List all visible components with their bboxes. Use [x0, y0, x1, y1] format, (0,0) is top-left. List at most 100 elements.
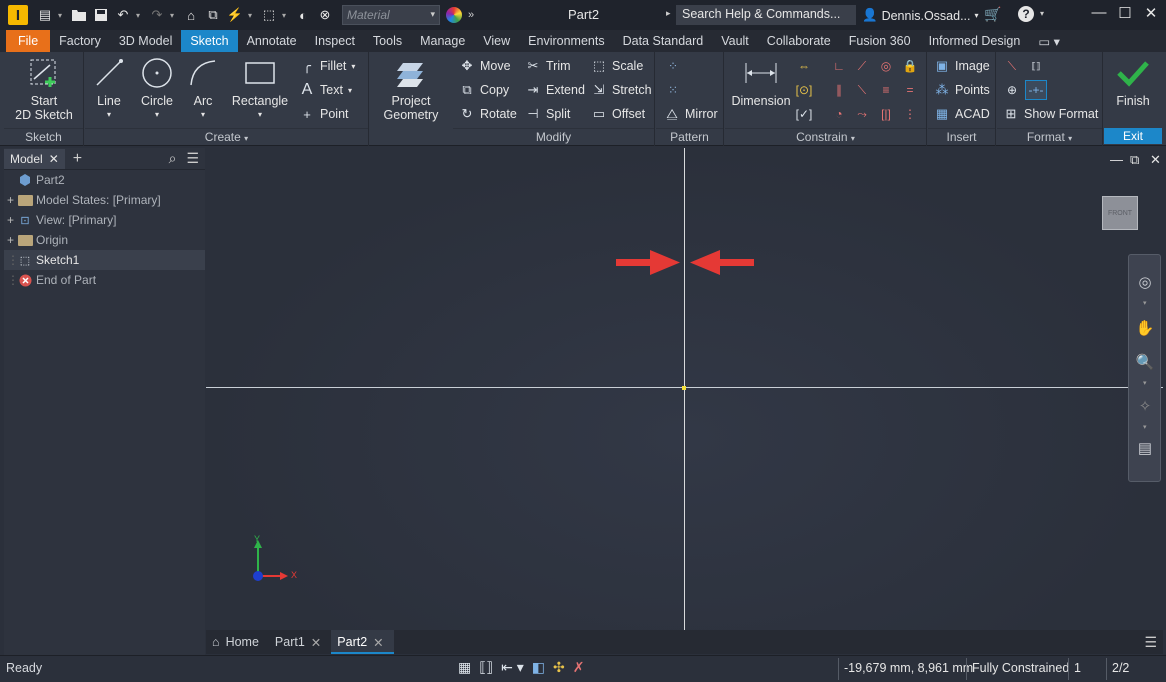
tab-manage[interactable]: Manage: [411, 30, 474, 52]
project-geometry-button[interactable]: Project Geometry: [370, 56, 452, 122]
scale-button[interactable]: ⬚ Scale: [591, 56, 643, 76]
image-button[interactable]: ▣ Image: [934, 56, 990, 76]
tree-item-model-states[interactable]: + Model States: [Primary]: [4, 190, 205, 210]
tab-3d-model[interactable]: 3D Model: [110, 30, 182, 52]
tab-factory[interactable]: Factory: [50, 30, 110, 52]
user-account[interactable]: 👤 Dennis.Ossad... ▾: [862, 8, 979, 23]
show-constraints-icon[interactable]: [⊙]: [795, 81, 813, 99]
update-icon[interactable]: ⚡: [226, 6, 244, 24]
redo-dropdown-icon[interactable]: ▾: [170, 11, 178, 20]
dimension-status-icon[interactable]: ⇤ ▾: [501, 659, 524, 676]
maximize-button[interactable]: ☐: [1115, 4, 1135, 22]
show-dof-icon[interactable]: ✣: [553, 659, 565, 676]
trim-button[interactable]: ✂ Trim: [525, 56, 571, 76]
return-icon[interactable]: ⧉: [204, 6, 222, 24]
point-button[interactable]: + Point: [299, 104, 348, 124]
text-button[interactable]: A Text ▾: [299, 80, 352, 100]
tab-informed-design[interactable]: Informed Design: [920, 30, 1030, 52]
tangent-icon[interactable]: ◔: [830, 105, 848, 123]
add-browser-icon[interactable]: +: [73, 150, 82, 168]
constraint-settings-icon[interactable]: [✓]: [795, 105, 813, 123]
tab-view[interactable]: View: [474, 30, 519, 52]
concentric-icon[interactable]: ◎: [877, 57, 895, 75]
tab-environments[interactable]: Environments: [519, 30, 613, 52]
slice-graphics-icon[interactable]: ◧: [532, 659, 545, 676]
cart-icon[interactable]: 🛒: [984, 6, 1001, 23]
extend-button[interactable]: ⇥ Extend: [525, 80, 585, 100]
horizontal-icon[interactable]: ≡: [877, 81, 895, 99]
browser-tab-model[interactable]: Model ✕: [4, 148, 65, 169]
ribbon-options-icon[interactable]: ▭ ▾: [1029, 30, 1069, 52]
orbit-icon[interactable]: ✧: [1134, 395, 1156, 417]
tab-inspect[interactable]: Inspect: [306, 30, 364, 52]
select-dropdown-icon[interactable]: ▾: [282, 11, 290, 20]
update-dropdown-icon[interactable]: ▾: [248, 11, 256, 20]
move-button[interactable]: ✥ Move: [459, 56, 511, 76]
offset-button[interactable]: ▭ Offset: [591, 104, 645, 124]
format-panel-label[interactable]: Format ▾: [997, 128, 1102, 144]
origin-point[interactable]: [682, 386, 686, 390]
undo-icon[interactable]: ↶: [114, 6, 132, 24]
close-button[interactable]: ✕: [1141, 4, 1161, 22]
save-icon[interactable]: [92, 6, 110, 24]
expand-icon[interactable]: +: [7, 193, 17, 207]
viewport-restore-icon[interactable]: ⧉: [1130, 152, 1139, 168]
tab-fusion-360[interactable]: Fusion 360: [840, 30, 920, 52]
undo-dropdown-icon[interactable]: ▾: [136, 11, 144, 20]
tabs-menu-icon[interactable]: ☰: [1138, 630, 1163, 654]
mirror-button[interactable]: ⧋ Mirror: [664, 104, 717, 124]
tab-collaborate[interactable]: Collaborate: [758, 30, 840, 52]
driven-dimension-icon[interactable]: ⟦⟧: [1027, 57, 1045, 75]
search-expand-icon[interactable]: ▸: [666, 8, 671, 19]
viewport-close-icon[interactable]: ✕: [1150, 152, 1161, 168]
tree-item-origin[interactable]: + Origin: [4, 230, 205, 250]
close-tab-icon[interactable]: ✕: [373, 635, 383, 652]
pan-icon[interactable]: ✋: [1134, 317, 1156, 339]
viewcube[interactable]: FRONT: [1102, 196, 1138, 230]
zoom-dropdown-icon[interactable]: ▾: [1143, 379, 1147, 387]
perpendicular-icon[interactable]: ∟: [830, 57, 848, 75]
search-icon[interactable]: ⌕: [169, 150, 177, 167]
new-icon[interactable]: ▤: [36, 6, 54, 24]
vertical-icon[interactable]: ⋮: [901, 105, 919, 123]
rotate-button[interactable]: ↻ Rotate: [459, 104, 517, 124]
rectangle-button[interactable]: Rectangle ▾: [227, 56, 293, 122]
color-wheel-icon[interactable]: [446, 7, 462, 23]
close-tab-icon[interactable]: ✕: [311, 635, 321, 654]
doc-tab-part2[interactable]: Part2 ✕: [331, 630, 394, 654]
redo-icon[interactable]: ↷: [148, 6, 166, 24]
tree-item-view[interactable]: + ⊡ View: [Primary]: [4, 210, 205, 230]
construction-icon[interactable]: ⟍: [1003, 57, 1021, 75]
new-dropdown-icon[interactable]: ▾: [58, 11, 66, 20]
parallel-icon[interactable]: ∥: [830, 81, 848, 99]
expand-icon[interactable]: +: [7, 213, 17, 227]
open-icon[interactable]: [70, 6, 88, 24]
graphics-canvas[interactable]: — ⧉ ✕ FRONT ◎ ▾ ✋ 🔍 ▾ ✧ ▾ ▤ Y X: [206, 148, 1163, 630]
copy-button[interactable]: ⧉ Copy: [459, 80, 509, 100]
appearance-icon[interactable]: ◐: [294, 6, 312, 24]
material-select[interactable]: Material ▾: [342, 5, 440, 25]
select-icon[interactable]: ⬚: [260, 6, 278, 24]
help-search-input[interactable]: Search Help & Commands...: [676, 5, 856, 25]
doc-tab-part1[interactable]: Part1 ✕: [269, 630, 331, 654]
split-button[interactable]: ⊣ Split: [525, 104, 570, 124]
collinear-icon[interactable]: ⟍: [853, 81, 871, 99]
show-constraints-status-icon[interactable]: ⟦⟧: [479, 659, 493, 676]
zoom-icon[interactable]: 🔍: [1134, 351, 1156, 373]
clear-appearance-icon[interactable]: ⊗: [316, 6, 334, 24]
rectangular-pattern-icon[interactable]: ⁘: [664, 57, 682, 75]
start-2d-sketch-button[interactable]: Start 2D Sketch: [4, 56, 84, 122]
app-logo[interactable]: I: [8, 5, 28, 25]
steering-dropdown-icon[interactable]: ▾: [1143, 299, 1147, 307]
tab-data-standard[interactable]: Data Standard: [614, 30, 713, 52]
tree-item-sketch1[interactable]: ⋮ ⬚ Sketch1: [4, 250, 205, 270]
acad-button[interactable]: ▦ ACAD: [934, 104, 990, 124]
dimension-button[interactable]: Dimension: [729, 56, 793, 108]
stretch-button[interactable]: ⇲ Stretch: [591, 80, 652, 100]
look-at-icon[interactable]: ▤: [1134, 437, 1156, 459]
help-icon[interactable]: ?: [1018, 6, 1034, 22]
smooth-icon[interactable]: ⤳: [853, 105, 871, 123]
orbit-dropdown-icon[interactable]: ▾: [1143, 423, 1147, 431]
tab-sketch[interactable]: Sketch: [181, 30, 238, 52]
tab-annotate[interactable]: Annotate: [238, 30, 306, 52]
